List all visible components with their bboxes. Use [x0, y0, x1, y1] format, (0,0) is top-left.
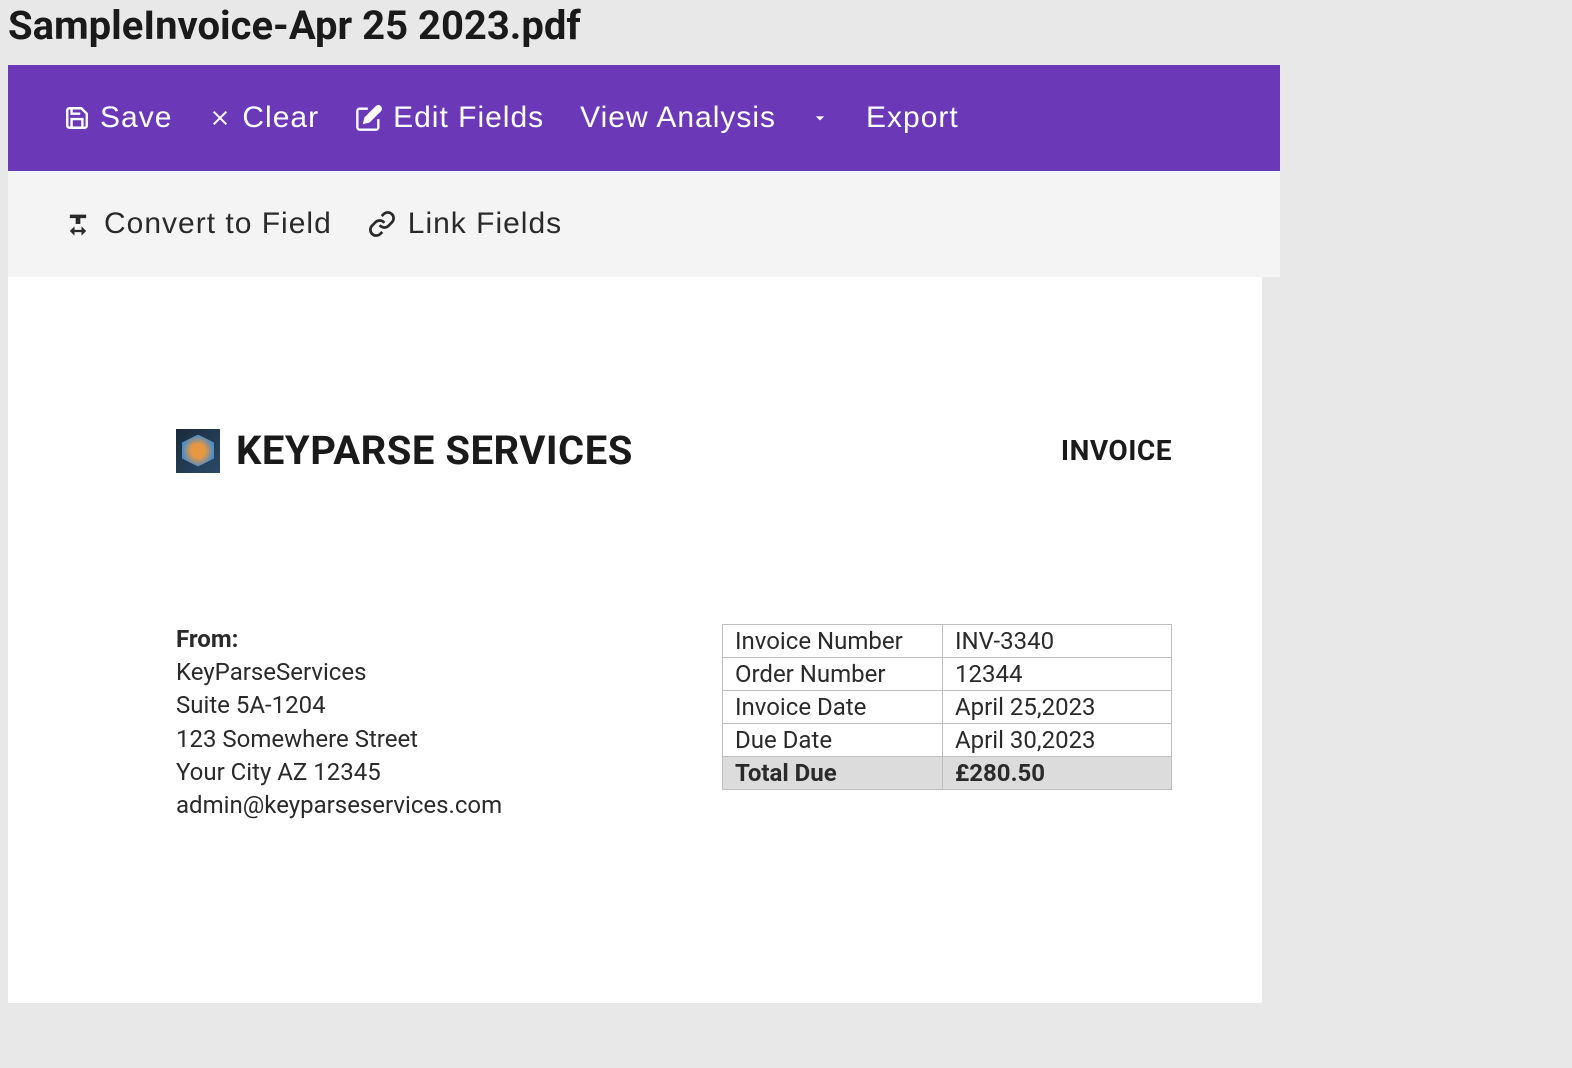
close-icon	[208, 106, 232, 130]
clear-button[interactable]: Clear	[208, 101, 319, 135]
clear-label: Clear	[242, 101, 319, 135]
company-brand: KEYPARSE SERVICES	[176, 427, 633, 474]
from-street: 123 Somewhere Street	[176, 724, 502, 755]
meta-label: Invoice Date	[723, 691, 943, 724]
meta-label: Invoice Number	[723, 625, 943, 658]
save-icon	[64, 105, 90, 131]
table-row: Order Number12344	[723, 658, 1172, 691]
edit-fields-button[interactable]: Edit Fields	[355, 101, 544, 135]
table-row: Invoice DateApril 25,2023	[723, 691, 1172, 724]
text-width-icon	[64, 210, 92, 238]
meta-label: Total Due	[723, 757, 943, 790]
primary-toolbar: Save Clear Edit Fields View Analysis Exp…	[8, 65, 1280, 171]
chevron-down-icon	[810, 108, 830, 128]
convert-to-field-button[interactable]: Convert to Field	[64, 207, 332, 241]
from-suite: Suite 5A-1204	[176, 690, 502, 721]
company-logo-icon	[176, 429, 220, 473]
table-row: Total Due£280.50	[723, 757, 1172, 790]
export-button[interactable]: Export	[866, 101, 959, 135]
save-label: Save	[100, 101, 172, 135]
document-preview: KEYPARSE SERVICES INVOICE From: KeyParse…	[8, 277, 1262, 1003]
secondary-toolbar: Convert to Field Link Fields	[8, 171, 1280, 277]
view-analysis-label: View Analysis	[580, 101, 776, 135]
invoice-meta-body: Invoice NumberINV-3340Order Number12344I…	[723, 625, 1172, 790]
convert-label: Convert to Field	[104, 207, 332, 241]
meta-label: Order Number	[723, 658, 943, 691]
document-body: From: KeyParseServices Suite 5A-1204 123…	[8, 474, 1262, 823]
document-header: KEYPARSE SERVICES INVOICE	[8, 427, 1262, 474]
document-type-label: INVOICE	[1061, 434, 1172, 467]
table-row: Invoice NumberINV-3340	[723, 625, 1172, 658]
link-label: Link Fields	[408, 207, 562, 241]
from-label: From:	[176, 624, 502, 655]
company-name: KEYPARSE SERVICES	[236, 427, 633, 474]
link-fields-button[interactable]: Link Fields	[368, 207, 562, 241]
page-title: SampleInvoice-Apr 25 2023.pdf	[0, 0, 1572, 65]
from-company: KeyParseServices	[176, 657, 502, 688]
meta-value: April 25,2023	[943, 691, 1172, 724]
save-button[interactable]: Save	[64, 101, 172, 135]
meta-value: April 30,2023	[943, 724, 1172, 757]
link-icon	[368, 210, 396, 238]
sender-block: From: KeyParseServices Suite 5A-1204 123…	[176, 624, 502, 823]
meta-value: £280.50	[943, 757, 1172, 790]
export-label: Export	[866, 101, 959, 135]
edit-fields-label: Edit Fields	[393, 101, 544, 135]
from-city: Your City AZ 12345	[176, 757, 502, 788]
invoice-meta-table: Invoice NumberINV-3340Order Number12344I…	[722, 624, 1172, 790]
meta-value: INV-3340	[943, 625, 1172, 658]
meta-value: 12344	[943, 658, 1172, 691]
edit-icon	[355, 104, 383, 132]
meta-label: Due Date	[723, 724, 943, 757]
table-row: Due DateApril 30,2023	[723, 724, 1172, 757]
view-analysis-button[interactable]: View Analysis	[580, 101, 830, 135]
from-email: admin@keyparseservices.com	[176, 790, 502, 821]
